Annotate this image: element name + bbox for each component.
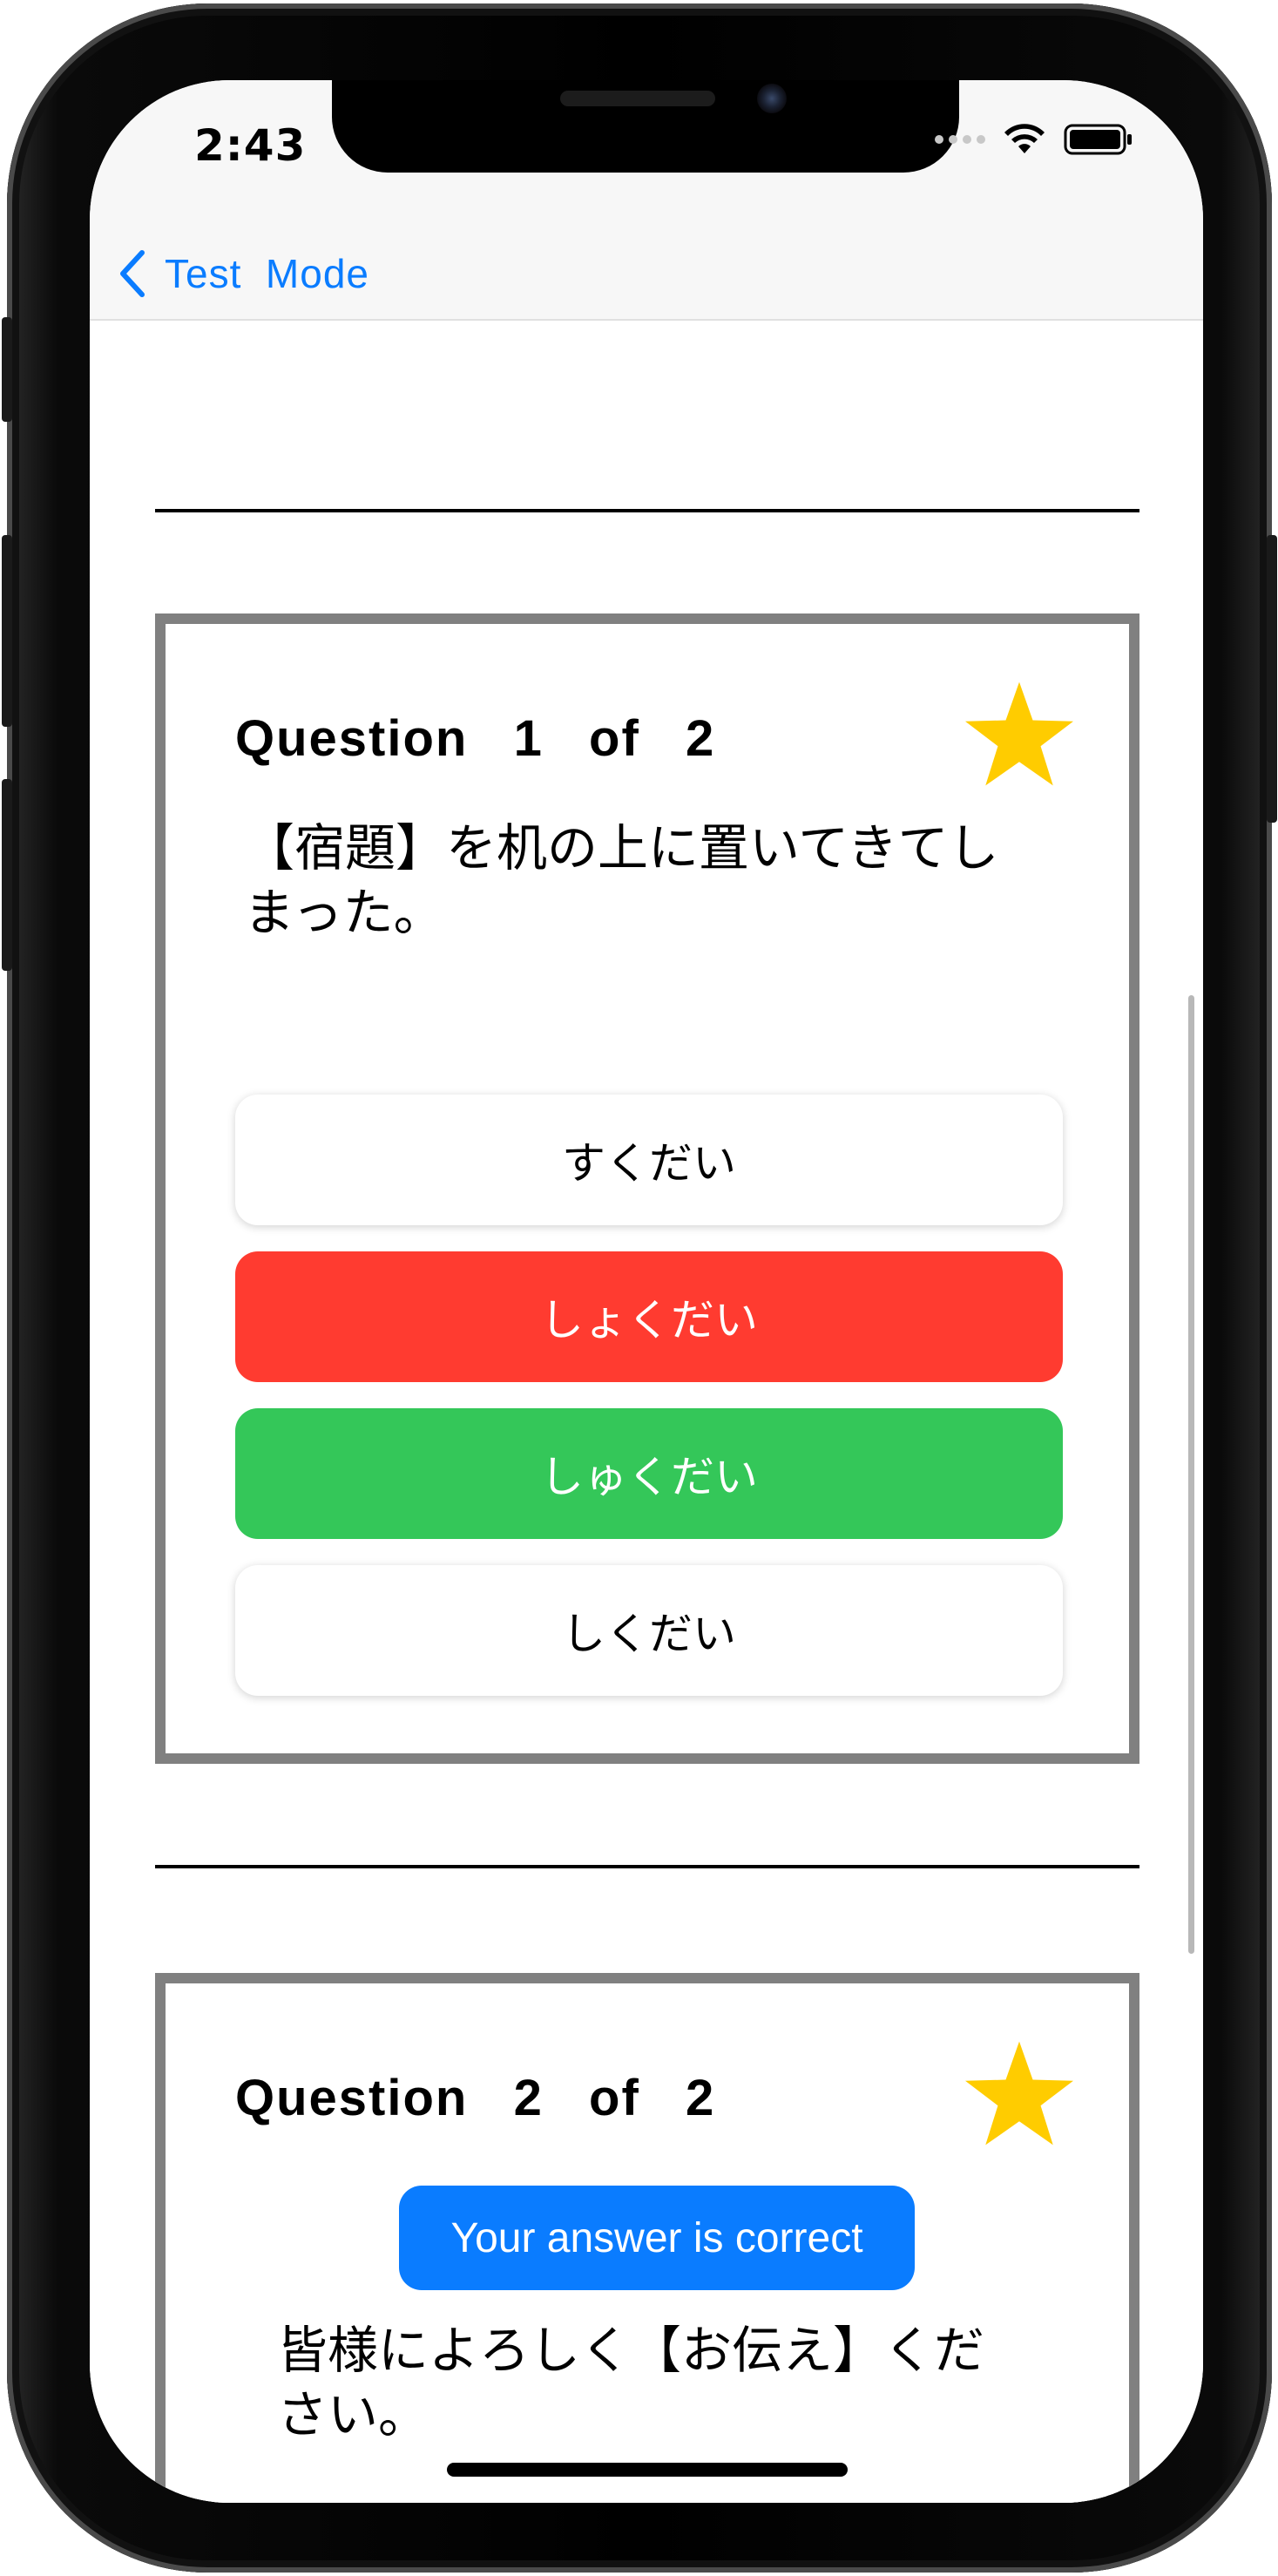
navigation-bar: Test Mode [90, 228, 1203, 321]
divider [155, 509, 1139, 512]
notch [332, 80, 959, 173]
front-camera [757, 84, 787, 113]
battery-icon [1064, 124, 1132, 155]
question-title: Question 2 of 2 [235, 2070, 716, 2126]
speaker-grille [560, 91, 715, 106]
answer-option[interactable]: すくだい [235, 1095, 1063, 1225]
question-list[interactable]: Question 1 of 2 【宿題】を机の上に置いてきてしまった。 すくだい… [90, 321, 1203, 2503]
answer-option-correct[interactable]: しゅくだい [235, 1408, 1063, 1539]
correct-feedback-badge: Your answer is correct [399, 2186, 915, 2290]
scrollbar[interactable] [1188, 995, 1194, 1954]
back-button[interactable]: Test Mode [118, 247, 369, 300]
phone-frame: 2:43 Test Mode Question 1 of 2 【宿題】を机の上に… [2, 3, 1277, 2573]
status-bar: 2:43 [90, 80, 1203, 228]
volume-up-button [2, 535, 12, 727]
cellular-signal-icon [935, 135, 985, 144]
status-time: 2:43 [194, 120, 307, 171]
star-icon[interactable] [963, 680, 1076, 788]
mute-switch [2, 317, 12, 422]
wifi-icon [1004, 124, 1045, 153]
status-indicators [935, 122, 1133, 157]
screen: 2:43 Test Mode Question 1 of 2 【宿題】を机の上に… [90, 80, 1203, 2503]
home-indicator[interactable] [447, 2463, 848, 2477]
question-text: 皆様によろしく【お伝え】ください。 [277, 2321, 985, 2444]
divider [155, 1865, 1139, 1868]
volume-down-button [2, 779, 12, 971]
answer-option-wrong[interactable]: しょくだい [235, 1251, 1063, 1382]
question-title: Question 1 of 2 [235, 710, 716, 767]
question-card: Question 1 of 2 【宿題】を机の上に置いてきてしまった。 すくだい… [155, 613, 1139, 1764]
question-card: Question 2 of 2 Your answer is correct 皆… [155, 1973, 1139, 2503]
answer-option[interactable]: しくだい [235, 1565, 1063, 1696]
star-icon[interactable] [963, 2039, 1076, 2147]
question-text: 【宿題】を机の上に置いてきてしまった。 [244, 818, 999, 942]
chevron-left-icon [120, 250, 145, 297]
power-button [1267, 535, 1277, 823]
back-button-label: Test Mode [165, 251, 369, 296]
